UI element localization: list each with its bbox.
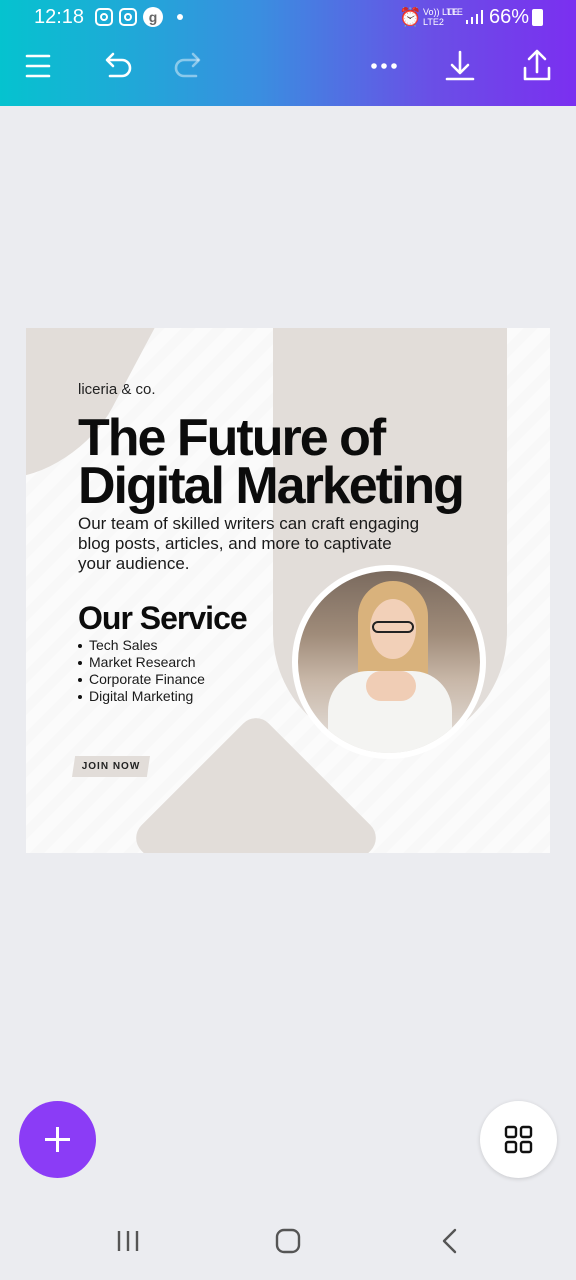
body-text[interactable]: Our team of skilled writers can craft en… xyxy=(78,514,468,574)
list-item: Market Research xyxy=(78,654,205,671)
back-button[interactable] xyxy=(430,1226,470,1256)
download-button[interactable] xyxy=(440,46,480,86)
system-navigation-bar xyxy=(0,1200,576,1280)
battery-percent: 66% xyxy=(489,6,530,28)
service-title[interactable]: Our Service xyxy=(78,600,248,637)
share-button[interactable] xyxy=(517,46,557,86)
list-item: Corporate Finance xyxy=(78,671,205,688)
lte-label: LTE xyxy=(447,7,463,17)
menu-button[interactable] xyxy=(18,46,58,86)
pages-grid-button[interactable] xyxy=(480,1101,557,1178)
notification-dot-icon xyxy=(177,14,183,20)
menu-icon xyxy=(25,54,51,78)
more-icon xyxy=(371,63,397,69)
instagram-icon xyxy=(119,8,137,26)
profile-photo[interactable] xyxy=(298,571,480,753)
status-time: 12:18 xyxy=(34,6,85,28)
status-bar: 12:18 g ⏰ Vo)) LTE LTE2 LTE 66% xyxy=(0,0,576,36)
design-canvas[interactable]: liceria & co. The Future of Digital Mark… xyxy=(26,328,550,853)
recent-apps-button[interactable] xyxy=(108,1226,148,1256)
more-options-button[interactable] xyxy=(364,46,404,86)
editor-header: 12:18 g ⏰ Vo)) LTE LTE2 LTE 66% xyxy=(0,0,576,106)
alarm-icon: ⏰ xyxy=(399,7,422,27)
back-icon xyxy=(442,1228,457,1254)
battery-icon xyxy=(532,9,543,26)
list-item: Digital Marketing xyxy=(78,688,205,705)
recent-apps-icon xyxy=(117,1231,139,1251)
home-icon xyxy=(275,1228,301,1254)
join-now-button[interactable]: JOIN NOW xyxy=(72,756,150,777)
headline-text[interactable]: The Future of Digital Marketing xyxy=(78,412,465,512)
add-element-button[interactable] xyxy=(19,1101,96,1178)
signal-icon xyxy=(466,10,484,24)
redo-button[interactable] xyxy=(170,46,210,86)
download-icon xyxy=(445,50,475,81)
undo-button[interactable] xyxy=(96,46,136,86)
brand-text[interactable]: liceria & co. xyxy=(78,381,156,398)
list-item: Tech Sales xyxy=(78,637,205,654)
share-icon xyxy=(523,49,551,81)
redo-icon xyxy=(174,52,201,78)
undo-icon xyxy=(105,52,132,78)
grid-icon xyxy=(504,1125,533,1154)
instagram-icon xyxy=(95,8,113,26)
home-button[interactable] xyxy=(268,1226,308,1256)
app-notification-icon: g xyxy=(143,7,163,27)
service-list[interactable]: Tech Sales Market Research Corporate Fin… xyxy=(78,637,205,705)
